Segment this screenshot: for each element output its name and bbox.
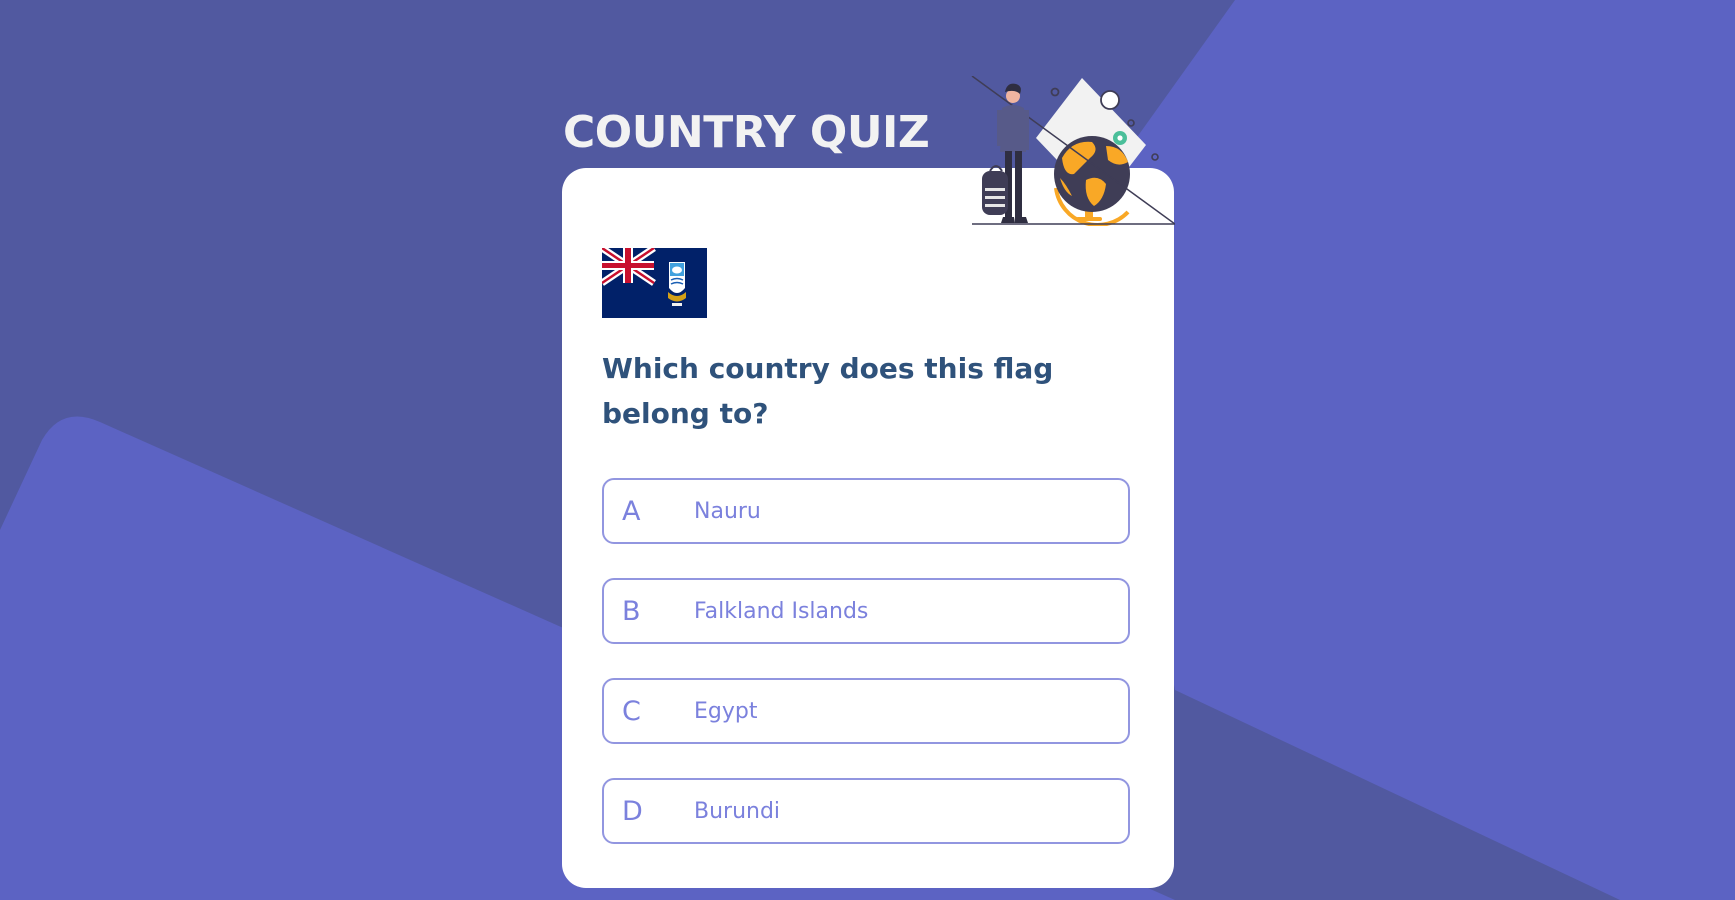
option-a-button[interactable]: A Nauru xyxy=(602,478,1130,544)
option-text: Nauru xyxy=(694,498,761,524)
quiz-card: Which country does this flag belong to? … xyxy=(562,168,1174,888)
option-letter: C xyxy=(622,695,641,727)
option-text: Egypt xyxy=(694,698,758,724)
question-text: Which country does this flag belong to? xyxy=(602,352,1054,430)
option-text: Burundi xyxy=(694,798,781,824)
background-shape-right xyxy=(1085,0,1735,900)
option-text: Falkland Islands xyxy=(694,598,869,624)
falkland-islands-flag-icon xyxy=(602,248,707,318)
option-letter: D xyxy=(622,795,643,827)
quiz-page: COUNTRY QUIZ Which country does this fla… xyxy=(0,0,1735,900)
page-title: COUNTRY QUIZ xyxy=(563,107,930,158)
option-c-button[interactable]: C Egypt xyxy=(602,678,1130,744)
option-letter: A xyxy=(622,495,641,527)
option-b-button[interactable]: B Falkland Islands xyxy=(602,578,1130,644)
option-d-button[interactable]: D Burundi xyxy=(602,778,1130,844)
option-letter: B xyxy=(622,595,641,627)
traveler-with-globe-illustration-icon xyxy=(971,76,1175,226)
